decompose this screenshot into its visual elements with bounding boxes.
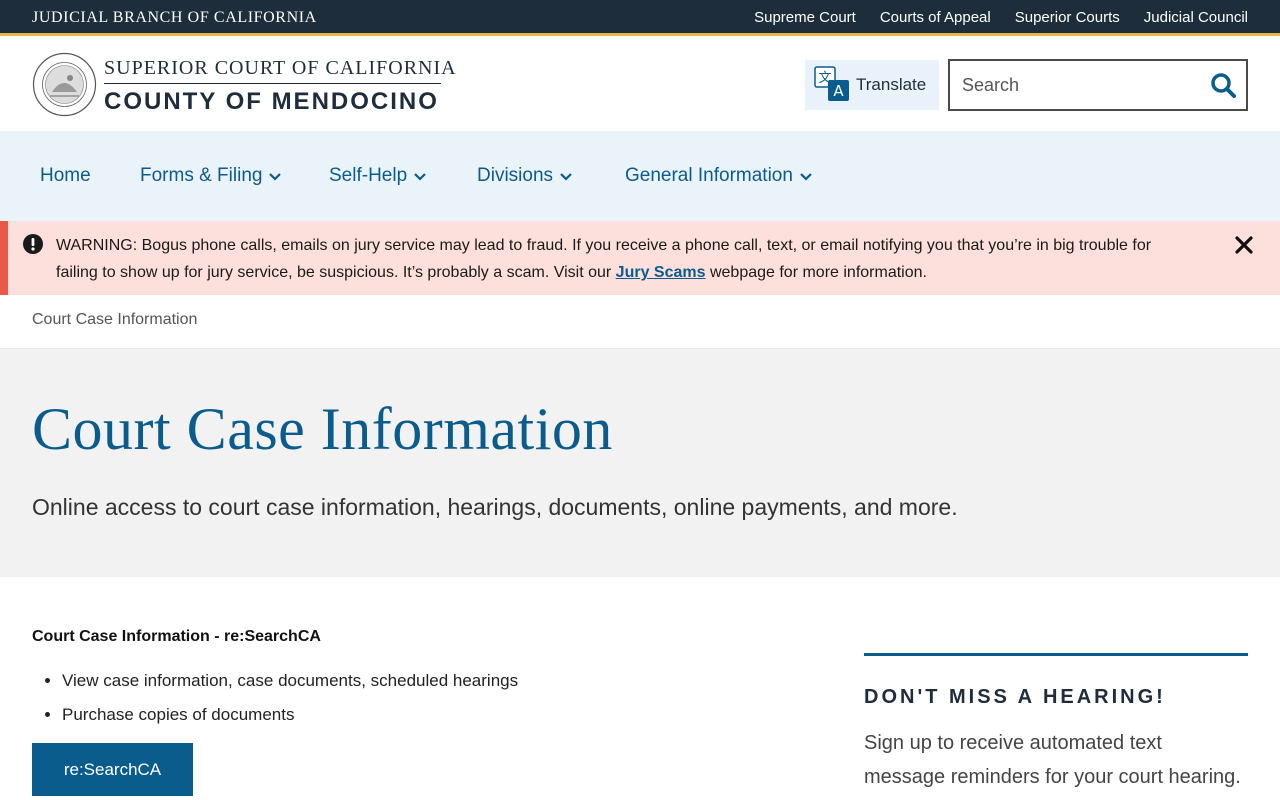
hearing-reminder-text: Sign up to receive automated text messag… (864, 732, 1241, 788)
supreme-court-link[interactable]: Supreme Court (754, 9, 856, 26)
nav-divisions[interactable]: Divisions (477, 165, 573, 187)
main-navigation: Home Forms & Filing Self-Help Divisions … (0, 131, 1280, 221)
nav-general-information-label: General Information (625, 165, 793, 186)
courts-of-appeal-link[interactable]: Courts of Appeal (880, 9, 991, 26)
translate-icon: 文 A (814, 66, 849, 101)
judicial-council-link[interactable]: Judicial Council (1144, 9, 1248, 26)
translate-label: Translate (856, 75, 927, 94)
court-seal-icon[interactable] (32, 52, 97, 117)
utility-bar: JUDICIAL BRANCH OF CALIFORNIA Supreme Co… (0, 0, 1280, 36)
judicial-branch-link[interactable]: JUDICIAL BRANCH OF CALIFORNIA (32, 9, 317, 27)
alert-text: WARNING: Bogus phone calls, emails on ju… (56, 237, 1152, 281)
court-name-line1: SUPERIOR COURT OF CALIFORNIA (104, 57, 457, 79)
nav-forms-filing[interactable]: Forms & Filing (140, 165, 282, 187)
nav-forms-filing-label: Forms & Filing (140, 165, 263, 186)
search-box (948, 59, 1248, 111)
page-hero: Court Case Information Online access to … (0, 349, 1280, 577)
card-divider (864, 653, 1248, 656)
hearing-reminder-title: DON'T MISS A HEARING! (864, 686, 1166, 708)
chevron-down-icon (560, 173, 572, 181)
nav-self-help[interactable]: Self-Help (329, 165, 427, 187)
section-title: Court Case Information - re:SearchCA (32, 628, 321, 645)
svg-text:A: A (833, 82, 844, 100)
chevron-down-icon (414, 173, 426, 181)
chevron-down-icon (269, 173, 282, 181)
nav-home[interactable]: Home (40, 165, 91, 187)
research-ca-button[interactable]: re:SearchCA (32, 743, 193, 796)
page-title: Court Case Information (32, 396, 613, 462)
nav-divisions-label: Divisions (477, 165, 554, 186)
nav-general-information[interactable]: General Information (625, 165, 813, 187)
alert-message: WARNING: Bogus phone calls, emails on ju… (56, 232, 1196, 286)
jury-scams-link[interactable]: Jury Scams (616, 264, 706, 281)
superior-courts-link[interactable]: Superior Courts (1015, 9, 1120, 26)
feature-list: View case information, case documents, s… (62, 668, 518, 736)
page-subtitle: Online access to court case information,… (32, 494, 958, 520)
nav-self-help-label: Self-Help (329, 165, 408, 186)
site-header: SUPERIOR COURT OF CALIFORNIA COUNTY OF M… (0, 39, 1280, 131)
list-item: Purchase copies of documents (62, 702, 518, 736)
alert-text-end: webpage for more information. (705, 264, 927, 281)
breadcrumb: Court Case Information (32, 311, 198, 328)
court-name-line2: COUNTY OF MENDOCINO (104, 88, 439, 115)
search-input[interactable] (950, 61, 1200, 109)
alert-icon (23, 234, 43, 254)
translate-button[interactable]: 文 A Translate (805, 60, 939, 110)
chevron-down-icon (800, 173, 812, 181)
jury-scam-alert: WARNING: Bogus phone calls, emails on ju… (0, 221, 1280, 295)
nav-home-label: Home (40, 165, 91, 186)
list-item: View case information, case documents, s… (62, 668, 518, 702)
utility-links: Supreme Court Courts of Appeal Superior … (754, 9, 1248, 26)
close-icon[interactable] (1232, 233, 1256, 257)
logo-divider (104, 83, 441, 84)
search-icon[interactable] (1210, 72, 1236, 98)
